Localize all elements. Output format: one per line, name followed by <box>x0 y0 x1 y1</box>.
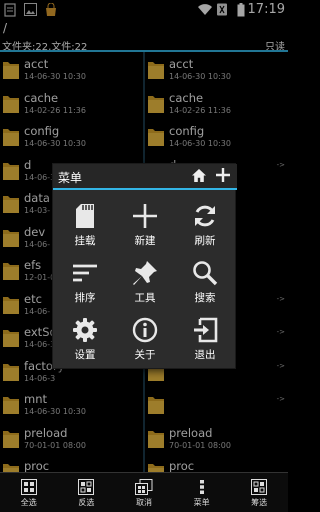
exit-icon <box>194 317 218 343</box>
menu-item-label: 设置 <box>74 349 96 361</box>
gear-icon <box>73 318 97 342</box>
cancel-button[interactable]: 取消 <box>115 473 173 512</box>
menu-header-line <box>53 188 237 190</box>
menu-button[interactable]: 菜单 <box>173 473 231 512</box>
filter-button[interactable]: 筹选 <box>230 473 288 512</box>
menu-item-refresh[interactable]: 刷新 <box>175 196 235 252</box>
select-all-label: 全选 <box>20 498 37 507</box>
pin-icon <box>133 261 157 285</box>
home-icon[interactable] <box>191 168 207 183</box>
info-icon <box>132 317 158 343</box>
menu-item-label: 刷新 <box>194 235 216 247</box>
invert-select-icon <box>78 479 95 495</box>
search-icon <box>193 261 218 286</box>
menu-title: 菜单 <box>58 171 83 185</box>
cancel-icon <box>134 479 153 495</box>
refresh-icon <box>195 205 215 227</box>
menu-item-label: 排序 <box>74 292 96 304</box>
menu-item-settings[interactable]: 设置 <box>55 310 115 366</box>
menu-icon <box>199 480 204 494</box>
cancel-label: 取消 <box>135 498 152 507</box>
menu-item-label: 新建 <box>134 235 156 247</box>
invert-select-button[interactable]: 反选 <box>58 473 116 512</box>
menu-item-label: 关于 <box>134 349 156 361</box>
menu-item-label: 挂载 <box>74 235 96 247</box>
menu-item-about[interactable]: 关于 <box>115 310 175 366</box>
bottom-toolbar: 全选 反选 取消 菜单 筹选 <box>0 472 288 512</box>
add-icon[interactable] <box>216 168 230 182</box>
menu-item-mount[interactable]: 挂载 <box>55 196 115 252</box>
select-all-icon <box>20 479 37 495</box>
menu-item-search[interactable]: 搜索 <box>175 253 235 309</box>
menu-item-tools[interactable]: 工具 <box>115 253 175 309</box>
menu-item-label: 搜索 <box>194 292 216 304</box>
sd-card-icon <box>76 204 94 228</box>
sort-icon <box>73 264 97 282</box>
menu-item-label: 工具 <box>134 292 156 304</box>
select-all-button[interactable]: 全选 <box>0 473 58 512</box>
menu-label: 菜单 <box>193 498 210 507</box>
menu-item-sort[interactable]: 排序 <box>55 253 115 309</box>
menu-item-label: 退出 <box>194 349 216 361</box>
filter-label: 筹选 <box>251 498 268 507</box>
menu-item-new[interactable]: 新建 <box>115 196 175 252</box>
plus-icon <box>133 204 157 228</box>
filter-icon <box>251 479 268 495</box>
invert-select-label: 反选 <box>78 498 95 507</box>
popup-menu: 菜单 挂载 新建 刷新 排序 工具 搜索 设置 关于 退出 <box>52 163 237 369</box>
menu-header: 菜单 <box>53 164 237 188</box>
menu-item-exit[interactable]: 退出 <box>175 310 235 366</box>
